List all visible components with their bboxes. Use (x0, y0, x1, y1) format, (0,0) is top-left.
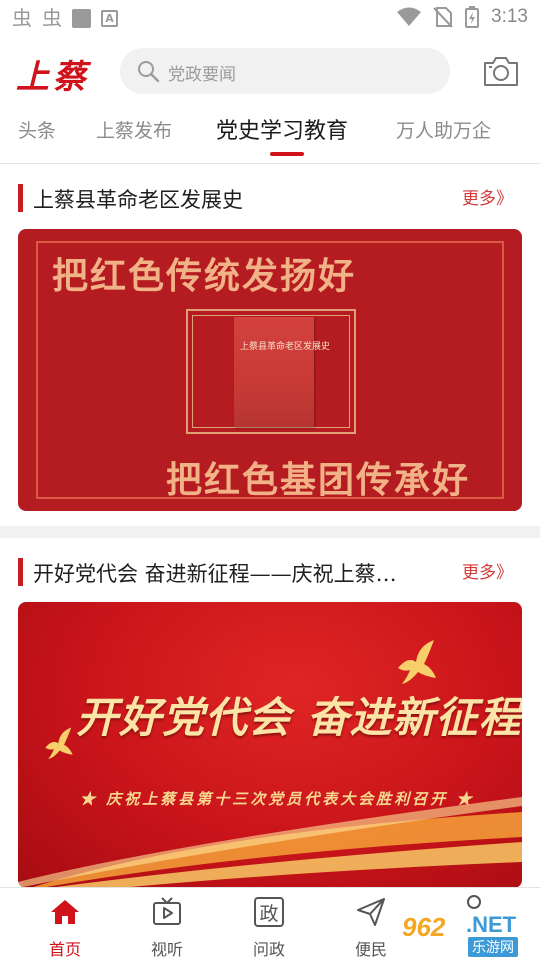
home-icon (51, 900, 79, 924)
bug-icon: 虫 (42, 6, 62, 30)
search-placeholder: 党政要闻 (168, 65, 236, 85)
send-icon (357, 898, 385, 926)
tv-icon (153, 897, 181, 925)
battery-charging-icon (465, 6, 480, 28)
app-logo: 上蔡 (16, 57, 90, 96)
a-box-icon: A (101, 9, 118, 27)
tab-enterprise-help[interactable]: 万人助万企 (396, 116, 491, 143)
wifi-icon (397, 7, 422, 26)
dove-icon (398, 640, 436, 684)
banner-headline: 把红色传统发扬好 (52, 256, 357, 297)
feature-banner[interactable]: 开好党代会 奋进新征程 ★ 庆祝上蔡县第十三次党员代表大会胜利召开 ★ (18, 602, 522, 888)
book-cover: 上蔡县革命老区发展史 (234, 317, 330, 427)
zheng-glyph: 政 (259, 903, 278, 925)
tab-headlines[interactable]: 头条 (18, 116, 56, 143)
more-link[interactable]: 更多》 (462, 184, 513, 209)
more-link[interactable]: 更多》 (462, 558, 513, 583)
watermark-suffix: .NET (466, 912, 517, 937)
search-icon (138, 61, 160, 83)
dove-icon (45, 727, 73, 760)
section-marker (18, 558, 23, 586)
section-title[interactable]: 开好党代会 奋进新征程——庆祝上蔡… (33, 558, 397, 588)
tab-shangcai-release[interactable]: 上蔡发布 (96, 116, 172, 143)
nav-video[interactable]: 视听 (132, 896, 202, 960)
watermark-cn: 乐游网 (468, 937, 518, 957)
nav-label: 便民 (354, 940, 387, 959)
tab-party-history[interactable]: 党史学习教育 (216, 113, 348, 145)
nav-label: 问政 (252, 940, 285, 959)
site-watermark: 962 .NET 乐游网 (402, 910, 534, 957)
status-notifications: 虫 虫 A (12, 7, 118, 29)
nav-inquiry[interactable]: 政 问政 (234, 896, 304, 960)
section-divider (0, 526, 540, 538)
section-title[interactable]: 上蔡县革命老区发展史 (33, 184, 243, 214)
banner-subheadline: 把红色基团传承好 (166, 460, 471, 501)
feature-banner[interactable]: 把红色传统发扬好 上蔡县革命老区发展史 把红色基团传承好 (18, 229, 522, 511)
active-tab-indicator (270, 152, 304, 156)
banner-headline: 开好党代会 奋进新征程 (76, 693, 522, 742)
camera-icon[interactable] (482, 53, 520, 89)
zheng-icon: 政 (254, 897, 284, 927)
status-bar: 虫 虫 A 3:13 (0, 0, 540, 36)
square-icon (72, 8, 91, 28)
no-sim-icon (433, 7, 453, 28)
nav-home[interactable]: 首页 (30, 896, 100, 960)
app-header: 上蔡 党政要闻 (0, 36, 540, 106)
book-title: 上蔡县革命老区发展史 (240, 342, 331, 352)
channel-tabs: 头条 上蔡发布 党史学习教育 万人助万企 (0, 106, 540, 164)
bug-icon: 虫 (12, 6, 32, 30)
nav-label: 首页 (48, 940, 81, 959)
nav-convenience[interactable]: 便民 (336, 896, 406, 960)
clock: 3:13 (491, 6, 528, 27)
section-marker (18, 184, 23, 212)
status-system: 3:13 (397, 6, 528, 28)
nav-label: 视听 (150, 940, 183, 959)
banner-subheadline: ★ 庆祝上蔡县第十三次党员代表大会胜利召开 ★ (80, 790, 475, 808)
search-bar[interactable]: 党政要闻 (120, 48, 450, 94)
watermark-brand: 962 (402, 912, 446, 942)
